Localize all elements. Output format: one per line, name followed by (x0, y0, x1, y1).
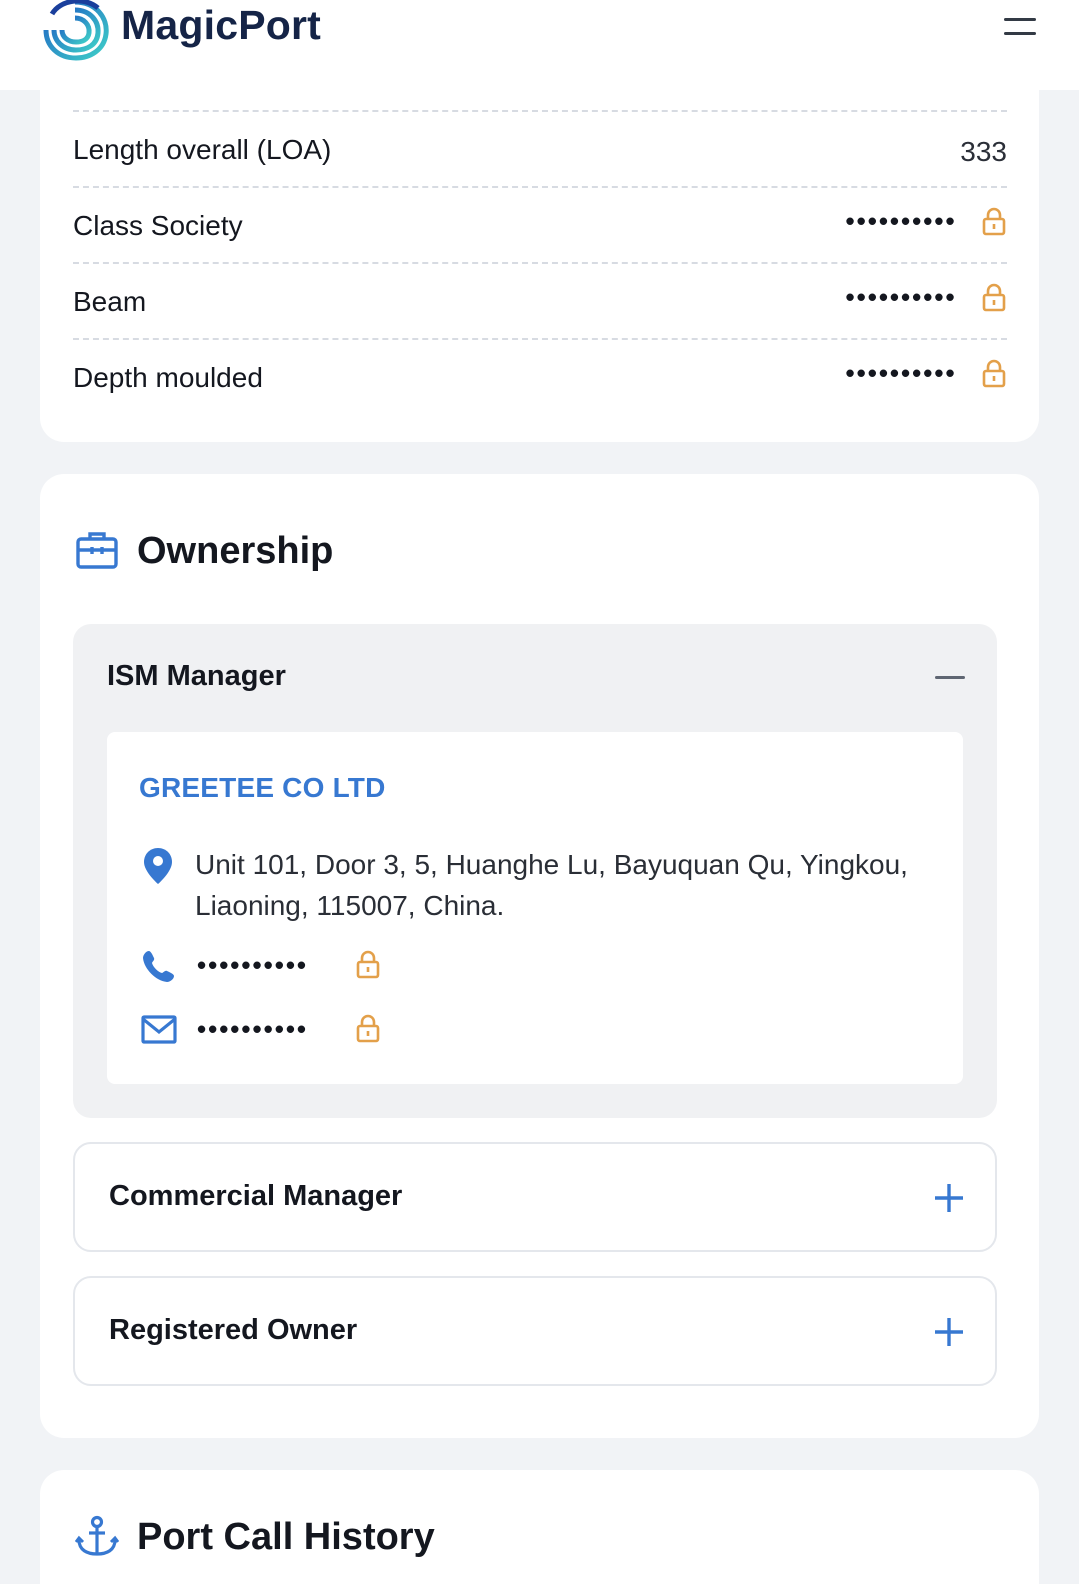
ownership-card: Ownership ISM Manager GREETEE CO LTD Uni… (40, 474, 1039, 1438)
port-call-history-card: Port Call History (40, 1470, 1039, 1584)
vessel-specs-card: Length overall (LOA) 333 Class Society •… (40, 60, 1039, 442)
registered-owner-accordion[interactable]: Registered Owner (73, 1276, 997, 1386)
brand-name[interactable]: MagicPort (121, 2, 321, 49)
masked-value: •••••••••• (846, 358, 1007, 398)
accordion-title: Commercial Manager (109, 1180, 403, 1212)
anchor-icon (75, 1515, 119, 1556)
company-details: GREETEE CO LTD Unit 101, Door 3, 5, Huan… (107, 732, 963, 1084)
masked-dots: •••••••••• (845, 358, 957, 388)
minus-icon[interactable] (935, 676, 965, 679)
spec-value: 333 (960, 136, 1007, 167)
ism-manager-accordion: ISM Manager GREETEE CO LTD Unit 101, Doo… (73, 624, 997, 1118)
plus-icon[interactable] (933, 1182, 965, 1214)
accordion-title: Registered Owner (109, 1314, 358, 1346)
email-masked: •••••••••• (197, 1014, 309, 1044)
company-address: Unit 101, Door 3, 5, Huanghe Lu, Bayuqua… (195, 849, 908, 921)
section-title: Ownership (137, 530, 334, 572)
phone-icon (143, 951, 174, 982)
spec-label: Depth moulded (73, 362, 263, 393)
spec-row-class-society: Class Society •••••••••• (73, 188, 1007, 264)
mail-icon (141, 1015, 177, 1044)
spec-row-loa: Length overall (LOA) 333 (73, 112, 1007, 188)
lock-icon[interactable] (355, 1014, 381, 1044)
masked-value: •••••••••• (846, 206, 1007, 246)
masked-value: •••••••••• (846, 282, 1007, 322)
company-name-link[interactable]: GREETEE CO LTD (139, 772, 386, 804)
magicport-logo-icon[interactable] (38, 0, 112, 62)
hamburger-menu-icon[interactable] (1004, 14, 1038, 40)
spec-row-depth-moulded: Depth moulded •••••••••• (73, 340, 1007, 416)
location-pin-icon (144, 848, 172, 884)
ism-manager-toggle[interactable]: ISM Manager (73, 624, 997, 732)
masked-dots: •••••••••• (845, 206, 957, 236)
section-title: Port Call History (137, 1516, 435, 1558)
app-header: MagicPort (0, 0, 1079, 90)
plus-icon[interactable] (933, 1316, 965, 1348)
masked-dots: •••••••••• (845, 282, 957, 312)
accordion-title: ISM Manager (107, 660, 286, 692)
lock-icon[interactable] (981, 283, 1007, 313)
lock-icon[interactable] (981, 359, 1007, 389)
commercial-manager-accordion[interactable]: Commercial Manager (73, 1142, 997, 1252)
lock-icon[interactable] (981, 207, 1007, 237)
spec-label: Beam (73, 286, 147, 317)
briefcase-icon (76, 532, 118, 569)
phone-masked: •••••••••• (197, 950, 309, 980)
lock-icon[interactable] (355, 950, 381, 980)
spec-label: Length overall (LOA) (73, 134, 332, 165)
spec-label: Class Society (73, 210, 243, 241)
spec-row-beam: Beam •••••••••• (73, 264, 1007, 340)
